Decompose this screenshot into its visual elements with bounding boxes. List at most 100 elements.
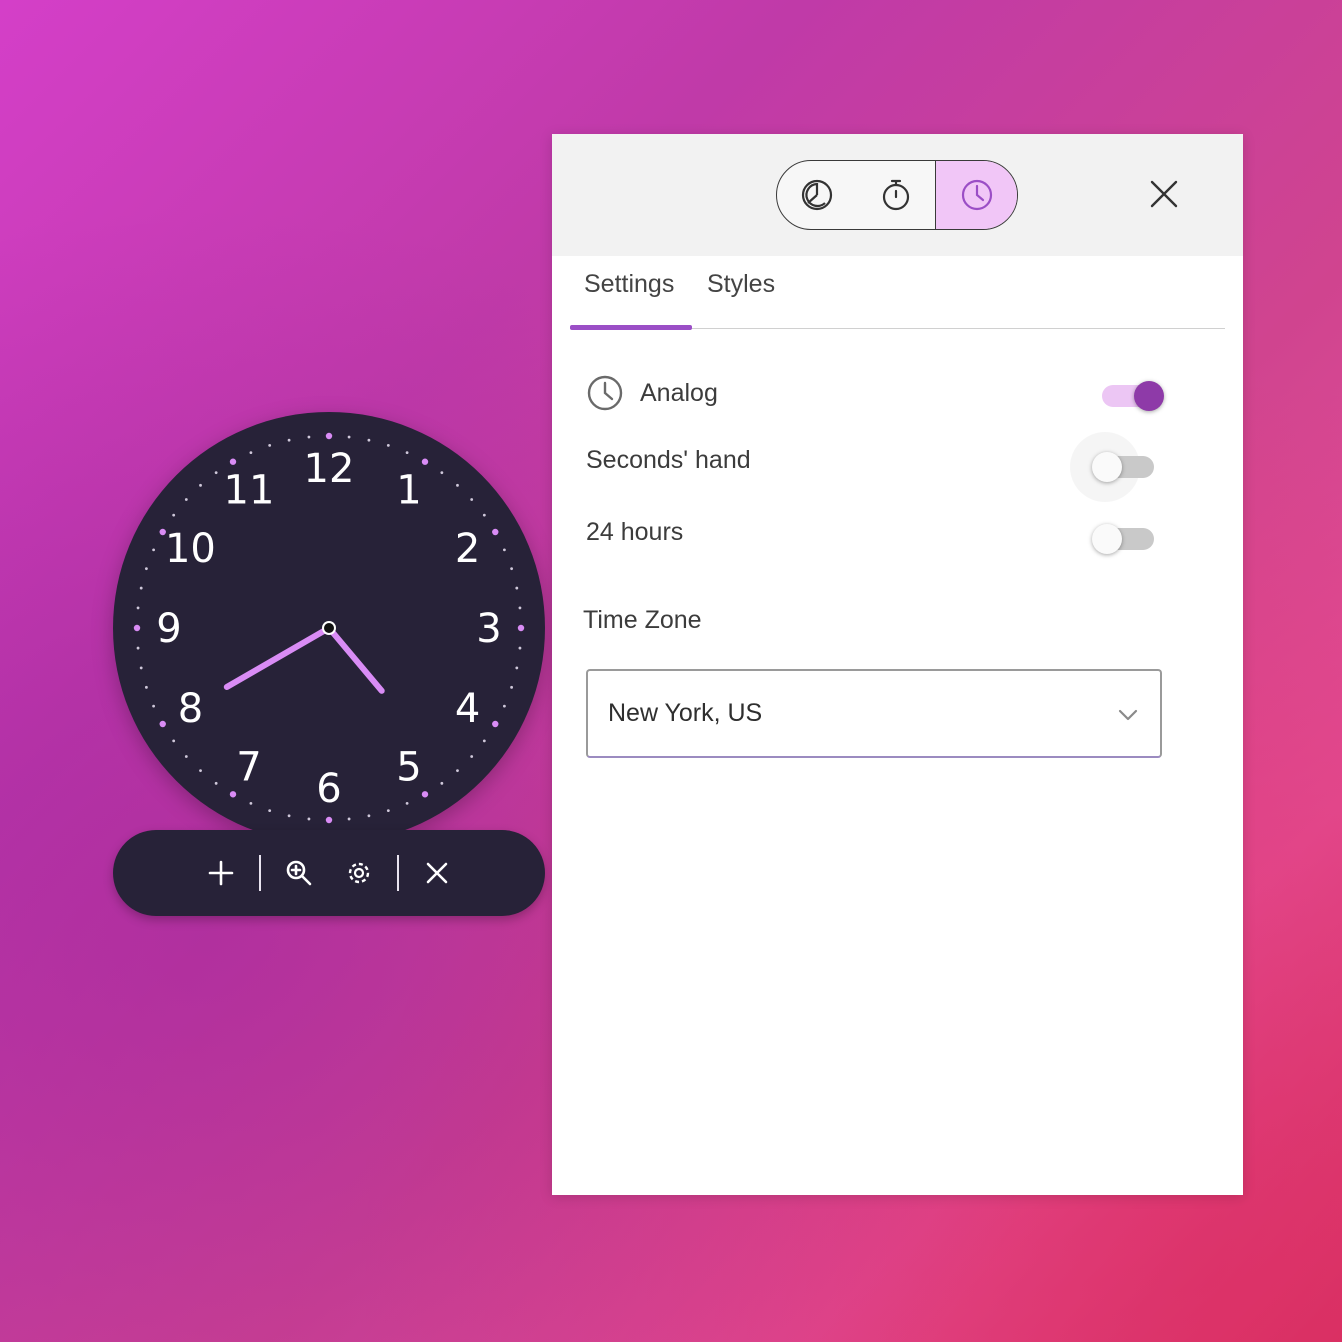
minute-marker: [139, 666, 143, 670]
clock-svg: 12 12 3 45 6 78 9 1011: [113, 412, 545, 844]
mode-switch: [776, 160, 1018, 230]
minute-marker: [172, 739, 176, 743]
clock-numeral: 4: [455, 686, 480, 732]
hours24-toggle[interactable]: [1092, 519, 1158, 559]
minute-marker: [482, 513, 486, 517]
minute-marker: [470, 498, 474, 501]
timezone-label: Time Zone: [583, 606, 702, 634]
minute-marker: [518, 646, 522, 650]
pie-chart-icon[interactable]: [777, 161, 856, 229]
minute-marker: [136, 606, 140, 610]
minute-marker: [249, 802, 253, 805]
clock-numeral: 2: [455, 526, 480, 572]
minute-marker: [268, 809, 272, 813]
hour-marker: [133, 624, 141, 632]
toolbar-divider: [397, 855, 399, 891]
hour-marker: [229, 458, 237, 465]
seconds-hand-toggle[interactable]: [1092, 447, 1158, 487]
minute-marker: [482, 739, 486, 743]
hour-marker: [421, 791, 429, 798]
gear-icon[interactable]: [329, 843, 389, 903]
panel-tabs: Settings Styles: [570, 256, 1225, 330]
minute-marker: [367, 814, 371, 818]
minute-marker: [287, 438, 291, 442]
minute-marker: [307, 435, 311, 439]
tab-styles[interactable]: Styles: [707, 270, 775, 299]
hour-marker: [492, 528, 499, 536]
toggle-knob: [1134, 381, 1164, 411]
stopwatch-icon[interactable]: [856, 161, 935, 229]
clock-numeral: 11: [224, 467, 275, 513]
hours24-label: 24 hours: [586, 517, 684, 546]
hour-marker: [325, 816, 333, 824]
minute-marker: [249, 451, 253, 454]
minute-marker: [405, 451, 409, 454]
hour-marker: [229, 791, 237, 798]
clock-numeral: 10: [165, 526, 216, 572]
clock-numeral: 6: [316, 766, 341, 812]
minute-marker: [307, 817, 311, 821]
clock-icon[interactable]: [935, 161, 1017, 229]
minute-marker: [199, 769, 202, 773]
timezone-value: New York, US: [608, 699, 763, 727]
minute-marker: [386, 809, 390, 813]
minute-marker: [367, 438, 371, 442]
minute-marker: [136, 646, 140, 650]
toggle-knob: [1092, 452, 1122, 482]
close-icon[interactable]: [407, 843, 467, 903]
minute-marker: [144, 567, 148, 571]
close-panel-button[interactable]: [1144, 174, 1184, 214]
minute-marker: [172, 513, 176, 517]
minute-marker: [347, 817, 351, 821]
minute-marker: [347, 435, 351, 439]
minute-marker: [440, 471, 444, 475]
minute-marker: [214, 471, 218, 475]
minute-marker: [214, 781, 218, 785]
seconds-hand-label: Seconds' hand: [586, 445, 751, 474]
hour-marker: [492, 720, 499, 728]
zoom-in-icon[interactable]: [269, 843, 329, 903]
plus-icon[interactable]: [191, 843, 251, 903]
minute-marker: [515, 666, 519, 670]
analog-toggle[interactable]: [1102, 376, 1164, 416]
toolbar-divider: [259, 855, 261, 891]
clock-widget[interactable]: 12 1 2 3 4 5 6 7 8 9 10 11: [113, 412, 545, 917]
clock-numeral: 8: [178, 686, 203, 732]
hour-marker: [517, 624, 525, 632]
hour-marker: [421, 458, 429, 465]
hour-marker: [325, 432, 333, 440]
clock-numeral: 12: [304, 446, 355, 492]
minute-marker: [268, 443, 272, 447]
minute-marker: [152, 548, 155, 552]
clock-numeral: 5: [396, 745, 421, 791]
clock-numeral: 3: [476, 606, 501, 652]
minute-marker: [199, 483, 202, 487]
clock-toolbar: [113, 830, 545, 916]
minute-marker: [503, 704, 506, 708]
tab-settings[interactable]: Settings: [584, 270, 674, 299]
minute-marker: [139, 586, 143, 590]
minute-marker: [386, 443, 390, 447]
clock-settings-panel: Settings Styles Analog Seconds' hand 24 …: [552, 134, 1243, 1195]
minute-marker: [510, 567, 514, 571]
analog-label: Analog: [640, 378, 718, 407]
minute-marker: [518, 606, 522, 610]
minute-marker: [184, 755, 188, 758]
minute-marker: [456, 769, 459, 773]
clock-center-dot: [324, 623, 334, 633]
minute-marker: [503, 548, 506, 552]
minute-marker: [144, 685, 148, 689]
minute-marker: [440, 781, 444, 785]
clock-numeral: 9: [156, 606, 181, 652]
active-tab-indicator: [570, 325, 692, 330]
clock-numeral: 7: [236, 745, 261, 791]
close-icon: [1150, 180, 1178, 208]
chevron-down-icon: [1116, 703, 1140, 732]
minute-marker: [456, 483, 459, 487]
analog-row: Analog: [586, 369, 1186, 417]
minute-marker: [152, 704, 155, 708]
analog-clock-face: 12 1 2 3 4 5 6 7 8 9 10 11: [113, 412, 545, 844]
timezone-select[interactable]: New York, US: [586, 669, 1162, 758]
minute-marker: [287, 814, 291, 818]
minute-marker: [510, 685, 514, 689]
